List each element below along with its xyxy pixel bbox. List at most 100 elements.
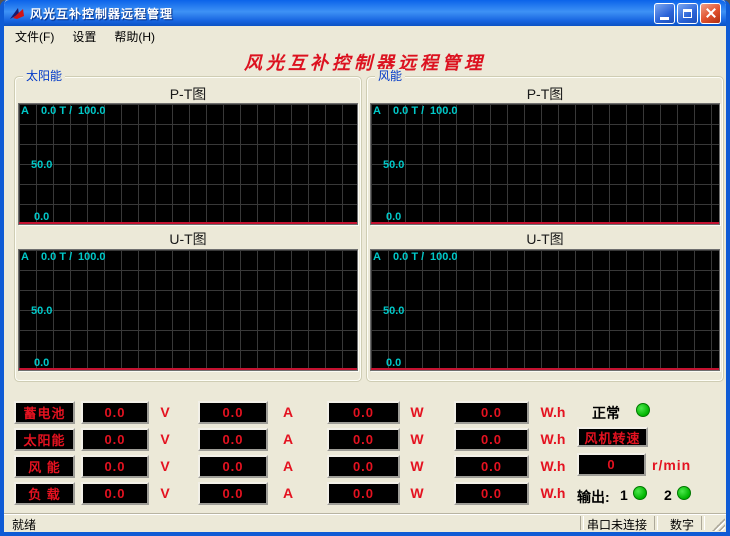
y-axis-unit-label: A <box>373 105 381 117</box>
close-icon <box>705 7 717 19</box>
normal-indicator-led <box>636 403 650 417</box>
row-label-battery: 蓄电池 <box>14 401 75 424</box>
y-mid-label: 50.0 <box>31 159 52 171</box>
chart-title-solar-ut: U-T图 <box>15 229 361 249</box>
wind-current-display: 0.0 <box>198 455 268 478</box>
statusbar-separator <box>580 516 584 530</box>
row-label-solar: 太阳能 <box>14 428 75 451</box>
y-mid-label: 50.0 <box>383 159 404 171</box>
unit-amp: A <box>270 485 306 501</box>
load-power-display: 0.0 <box>327 482 400 505</box>
unit-volt: V <box>147 431 183 447</box>
groupbox-solar: 太阳能 P-T图 A 0.0 T / 100.0 50.0 0.0 U-T图 A… <box>14 76 362 382</box>
groupbox-wind-label: 风能 <box>375 69 405 83</box>
y-max-label: 100.0 <box>78 251 106 263</box>
t-scale-label: 0.0 T / <box>393 105 424 117</box>
unit-watthour: W.h <box>532 404 574 420</box>
wind-power-display: 0.0 <box>327 455 400 478</box>
maximize-icon <box>683 9 692 18</box>
solar-voltage-display: 0.0 <box>81 428 149 451</box>
unit-watt: W <box>399 485 435 501</box>
statusbar-separator <box>654 516 658 530</box>
x-axis-line <box>371 368 719 370</box>
output-2-indicator-led <box>677 486 691 500</box>
statusbar-ready-text: 就绪 <box>12 516 36 533</box>
load-energy-display: 0.0 <box>454 482 529 505</box>
output-1-indicator-led <box>633 486 647 500</box>
unit-amp: A <box>270 458 306 474</box>
chart-solar-ut: A 0.0 T / 100.0 50.0 0.0 <box>18 249 358 371</box>
y-max-label: 100.0 <box>430 105 458 117</box>
y-axis-unit-label: A <box>21 251 29 263</box>
minimize-button[interactable] <box>654 3 675 24</box>
output-label: 输出: <box>577 487 610 507</box>
chart-solar-pt: A 0.0 T / 100.0 50.0 0.0 <box>18 103 358 225</box>
app-window: 风光互补控制器远程管理 文件(F) 设置 帮助(H) 风光互补控制器远程管理 太… <box>0 0 730 536</box>
menu-file[interactable]: 文件(F) <box>6 26 63 47</box>
wind-voltage-display: 0.0 <box>81 455 149 478</box>
unit-volt: V <box>147 485 183 501</box>
page-title: 风光互补控制器远程管理 <box>4 49 726 75</box>
minimize-icon <box>660 17 669 20</box>
status-bar: 就绪 串口未连接 数字 <box>4 513 726 532</box>
statusbar-serial-text: 串口未连接 <box>587 516 647 533</box>
battery-voltage-display: 0.0 <box>81 401 149 424</box>
app-icon <box>8 5 26 21</box>
row-label-wind: 风 能 <box>14 455 75 478</box>
load-voltage-display: 0.0 <box>81 482 149 505</box>
fan-speed-label: 风机转速 <box>577 427 648 447</box>
output-1-number: 1 <box>620 487 628 503</box>
battery-energy-display: 0.0 <box>454 401 529 424</box>
maximize-button[interactable] <box>677 3 698 24</box>
status-normal-label: 正常 <box>592 403 620 423</box>
solar-current-display: 0.0 <box>198 428 268 451</box>
unit-watt: W <box>399 431 435 447</box>
battery-current-display: 0.0 <box>198 401 268 424</box>
chart-wind-ut: A 0.0 T / 100.0 50.0 0.0 <box>370 249 720 371</box>
unit-watthour: W.h <box>532 431 574 447</box>
solar-power-display: 0.0 <box>327 428 400 451</box>
load-current-display: 0.0 <box>198 482 268 505</box>
chart-title-solar-pt: P-T图 <box>15 84 361 104</box>
row-label-load: 负 载 <box>14 482 75 505</box>
statusbar-separator <box>701 516 705 530</box>
unit-watt: W <box>399 404 435 420</box>
close-button[interactable] <box>700 3 721 24</box>
window-title: 风光互补控制器远程管理 <box>30 5 652 22</box>
chart-wind-pt: A 0.0 T / 100.0 50.0 0.0 <box>370 103 720 225</box>
unit-amp: A <box>270 431 306 447</box>
client-area: 风光互补控制器远程管理 太阳能 P-T图 A 0.0 T / 100.0 50.… <box>4 47 726 514</box>
wind-energy-display: 0.0 <box>454 455 529 478</box>
y-max-label: 100.0 <box>430 251 458 263</box>
unit-volt: V <box>147 404 183 420</box>
readings-row-load: 负 载 0.0 V 0.0 A 0.0 W 0.0 W.h <box>4 482 726 505</box>
t-scale-label: 0.0 T / <box>41 105 72 117</box>
fan-speed-display: 0 <box>577 453 646 476</box>
y-axis-unit-label: A <box>373 251 381 263</box>
y-mid-label: 50.0 <box>383 305 404 317</box>
chart-title-wind-ut: U-T图 <box>367 229 723 249</box>
x-axis-line <box>19 222 357 224</box>
unit-watthour: W.h <box>532 458 574 474</box>
chart-title-wind-pt: P-T图 <box>367 84 723 104</box>
unit-watthour: W.h <box>532 485 574 501</box>
menu-bar: 文件(F) 设置 帮助(H) <box>4 26 726 47</box>
statusbar-mode-text: 数字 <box>670 516 694 533</box>
output-2-number: 2 <box>664 487 672 503</box>
title-bar: 风光互补控制器远程管理 <box>4 0 726 26</box>
battery-power-display: 0.0 <box>327 401 400 424</box>
t-scale-label: 0.0 T / <box>393 251 424 263</box>
resize-grip[interactable] <box>712 518 725 531</box>
y-max-label: 100.0 <box>78 105 106 117</box>
unit-amp: A <box>270 404 306 420</box>
menu-help[interactable]: 帮助(H) <box>105 26 164 47</box>
t-scale-label: 0.0 T / <box>41 251 72 263</box>
y-axis-unit-label: A <box>21 105 29 117</box>
unit-volt: V <box>147 458 183 474</box>
solar-energy-display: 0.0 <box>454 428 529 451</box>
menu-settings[interactable]: 设置 <box>63 26 105 47</box>
x-axis-line <box>371 222 719 224</box>
unit-watt: W <box>399 458 435 474</box>
groupbox-wind: 风能 P-T图 A 0.0 T / 100.0 50.0 0.0 U-T图 A … <box>366 76 724 382</box>
y-mid-label: 50.0 <box>31 305 52 317</box>
